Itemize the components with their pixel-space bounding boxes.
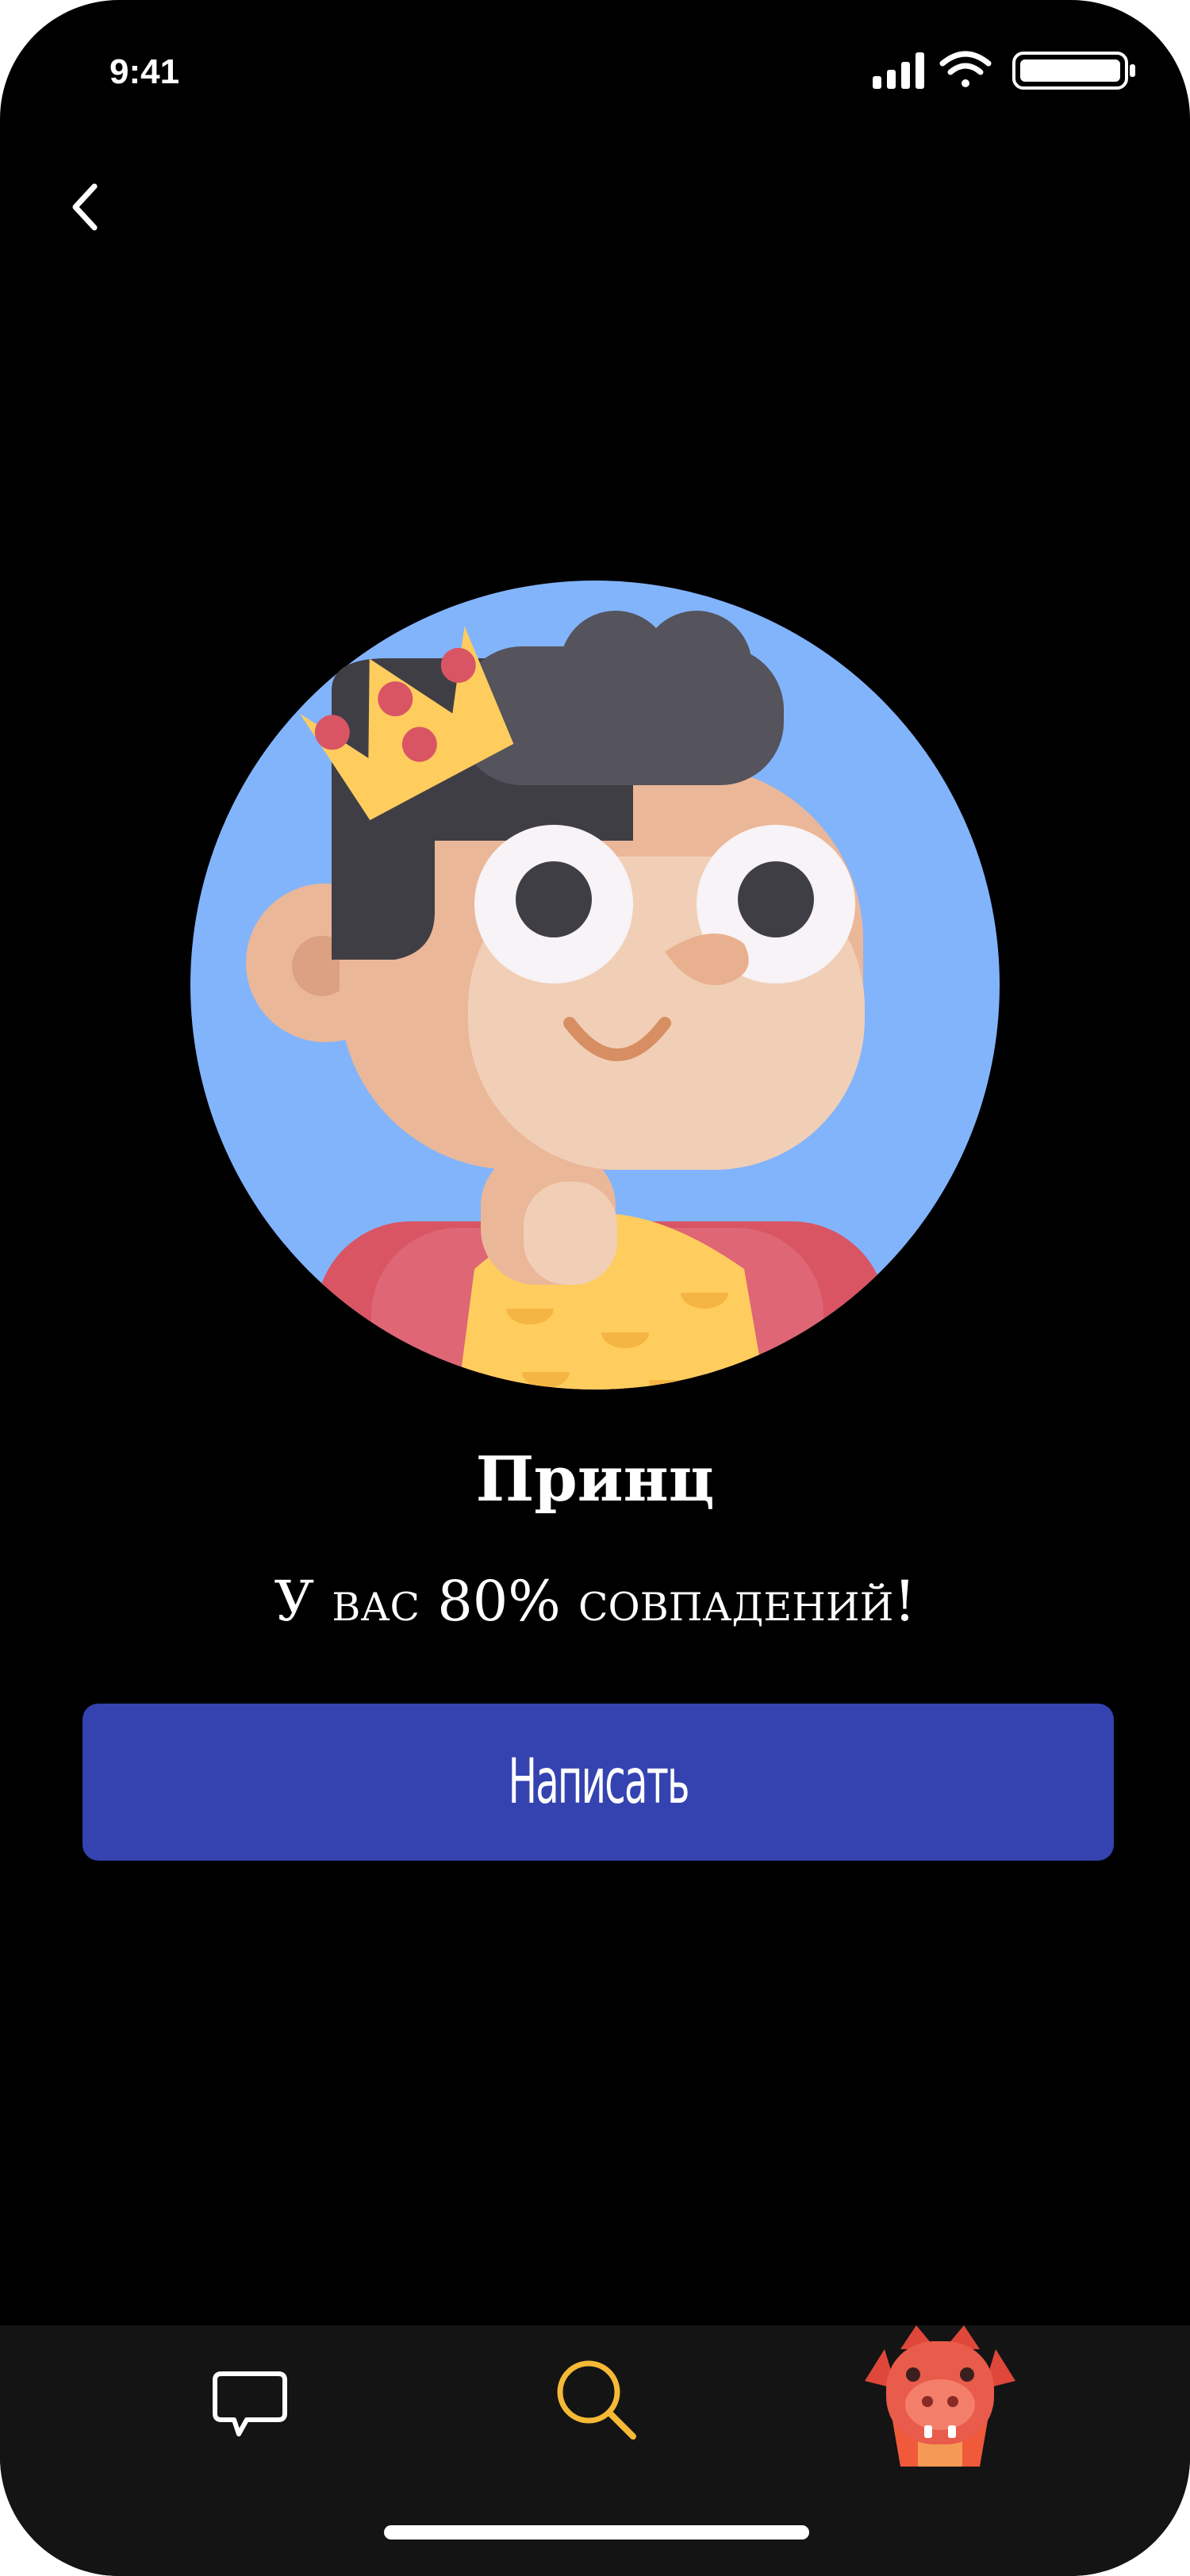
prince-avatar — [189, 579, 1001, 1391]
status-bar: 9:41 — [0, 0, 1190, 143]
profile-name: Принц — [475, 1443, 715, 1516]
chat-bubble-icon — [213, 2371, 287, 2436]
write-button-label: Написать — [508, 1746, 689, 1818]
phone-screen: 9:41 Принц У вас 80% совпадений! Написат… — [0, 0, 1190, 2576]
status-icons — [873, 49, 1142, 92]
wifi-icon — [939, 51, 992, 87]
search-icon — [557, 2360, 636, 2440]
status-time: 9:41 — [109, 52, 180, 91]
match-percentage-text: У вас 80% совпадений! — [274, 1569, 916, 1634]
cellular-signal-icon — [873, 52, 924, 89]
tab-profile[interactable] — [861, 2325, 1019, 2468]
home-indicator — [384, 2525, 809, 2540]
battery-icon — [1012, 52, 1135, 90]
write-message-button[interactable]: Написать — [83, 1704, 1114, 1861]
dragon-avatar-icon — [865, 2325, 1015, 2467]
tab-chats[interactable] — [198, 2357, 301, 2452]
tab-search[interactable] — [546, 2349, 649, 2452]
chevron-left-icon — [72, 183, 98, 231]
back-button[interactable] — [41, 163, 129, 251]
